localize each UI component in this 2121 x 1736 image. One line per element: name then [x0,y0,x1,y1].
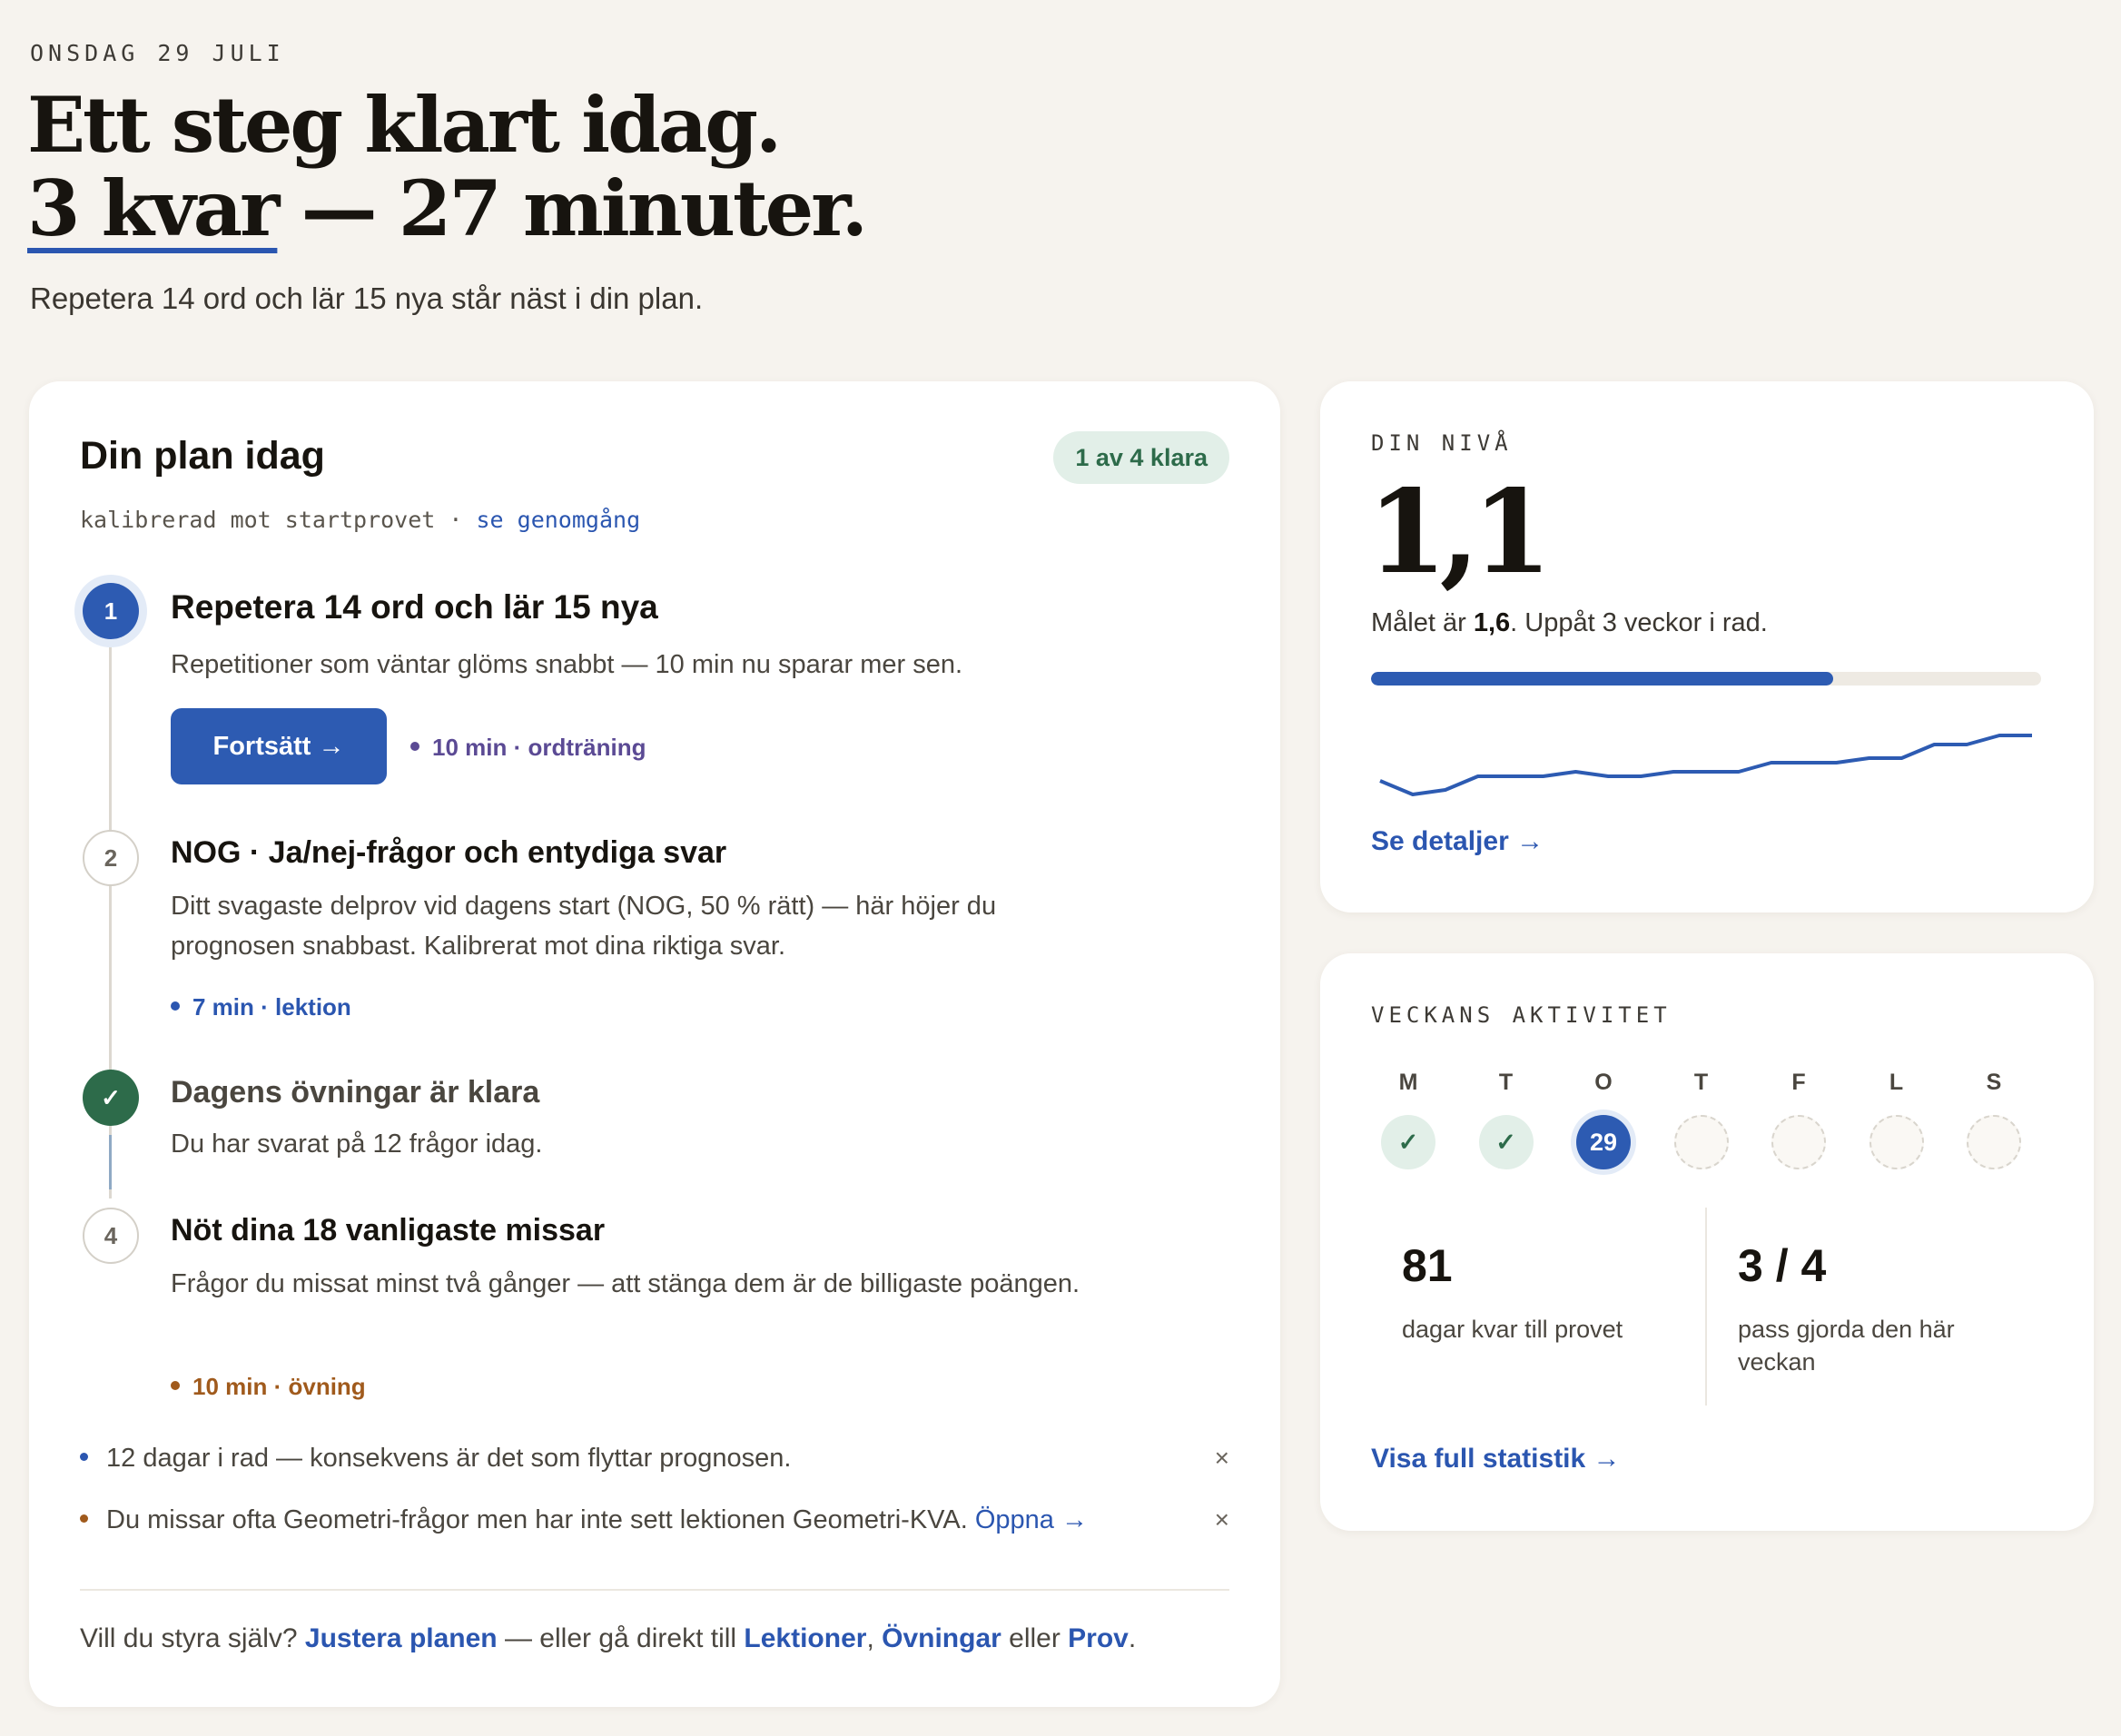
meta-text: 10 min · ordträning [432,734,646,761]
remaining-time: — 27 minuter. [277,163,868,253]
meta-dot [171,1381,180,1391]
progress-badge: 1 av 4 klara [1053,431,1229,484]
tests-link[interactable]: Prov [1068,1623,1129,1653]
footer-text: Vill du styra själv? [80,1623,305,1653]
step-number-1: 1 [83,583,139,639]
week-eyebrow: VECKANS AKTIVITET [1371,1002,1672,1028]
step-meta-2: 7 min · lektion [171,993,351,1021]
goal-value: 1,6 [1473,608,1511,637]
level-eyebrow: DIN NIVÅ [1371,430,1513,456]
days-left-label: dagar kvar till provet [1402,1316,1623,1343]
continue-button[interactable]: Fortsätt → [171,708,387,784]
date-label: ONSDAG 29 JULI [30,40,285,66]
level-progress-bar [1371,672,2041,686]
note-text: Du missar ofta Geometri-frågor men har i… [106,1505,975,1534]
see-details-link[interactable]: Se detaljer → [1371,826,1544,857]
lessons-link[interactable]: Lektioner [744,1623,866,1653]
day-4: F [1771,1070,1827,1169]
day-5: L [1869,1070,1925,1169]
day-label: L [1889,1070,1904,1095]
meta-text: 10 min · övning [192,1373,366,1400]
sessions-value: 3 / 4 [1738,1240,1827,1291]
day-1: T ✓ [1478,1070,1534,1169]
walkthrough-link[interactable]: se genomgång [477,507,641,533]
page-headline: Ett steg klart idag. 3 kvar — 27 minuter… [27,80,868,251]
level-goal: Målet är 1,6. Uppåt 3 veckor i rad. [1371,608,1768,638]
step-desc-2: Ditt svagaste delprov vid dagens start (… [171,892,997,961]
day-3: T [1673,1070,1730,1169]
full-stats-link[interactable]: Visa full statistik → [1371,1444,1621,1475]
footer-text: . [1128,1623,1137,1653]
timeline-line-done [109,1135,112,1189]
divider [80,1589,1229,1591]
day-6: S [1966,1070,2022,1169]
today-marker: 29 [1576,1115,1631,1169]
check-icon: ✓ [101,1084,121,1111]
level-sparkline [1379,734,2032,796]
empty-day-marker [1869,1115,1924,1169]
meta-text: 7 min · lektion [192,993,351,1021]
step-desc-4: Frågor du missat minst två gånger — att … [171,1269,1080,1298]
footer-text: , [866,1623,883,1653]
close-icon[interactable]: × [1215,1444,1229,1473]
empty-day-marker [1771,1115,1826,1169]
day-label: T [1693,1070,1709,1095]
note-dot [80,1514,88,1523]
goal-text: Målet är [1371,608,1474,637]
sparkline-path [1379,734,2032,796]
plan-card: Din plan idag 1 av 4 klara kalibrerad mo… [29,381,1280,1707]
level-card: DIN NIVÅ 1,1 Målet är 1,6. Uppåt 3 vecko… [1320,381,2094,912]
day-label: O [1594,1070,1613,1095]
plan-footer: Vill du styra själv? Justera planen — el… [80,1623,1136,1654]
day-label: F [1791,1070,1806,1095]
adjust-plan-link[interactable]: Justera planen [305,1623,498,1653]
meta-dot [410,742,419,752]
note-streak: 12 dagar i rad — konsekvens är det som f… [80,1444,1224,1474]
exercises-link[interactable]: Övningar [882,1623,1001,1653]
empty-day-marker [1967,1115,2021,1169]
meta-dot [171,1001,180,1011]
week-activity-card: VECKANS AKTIVITET M ✓ T ✓ O 29 T F L S 81 dagar k… [1320,953,2094,1531]
step-number-4: 4 [83,1208,139,1264]
step-title-2: NOG · Ja/nej-frågor och entydiga svar [171,835,727,870]
step-number-2: 2 [83,830,139,886]
check-icon: ✓ [1381,1115,1435,1169]
stats-divider [1705,1208,1707,1406]
day-label: M [1398,1070,1418,1095]
check-icon: ✓ [1478,1115,1534,1169]
headline-line2: 3 kvar — 27 minuter. [27,167,868,251]
day-label: T [1498,1070,1514,1095]
note-text: 12 dagar i rad — konsekvens är det som f… [106,1444,792,1473]
close-icon[interactable]: × [1215,1505,1229,1534]
level-value: 1,1 [1367,465,1552,599]
headline-line1: Ett steg klart idag. [27,80,782,170]
days-left-value: 81 [1402,1240,1453,1291]
sessions-label: pass gjorda den här veckan [1738,1316,1955,1376]
step-desc-1: Repetitioner som väntar glöms snabbt — 1… [171,650,963,679]
level-progress-fill [1371,672,1834,686]
step-title-4: Nöt dina 18 vanligaste missar [171,1213,606,1248]
goal-text: . Uppåt 3 veckor i rad. [1510,608,1768,637]
open-lesson-link[interactable]: Öppna → [975,1505,1088,1534]
step-meta-4: 10 min · övning [171,1373,366,1401]
step-meta-1: 10 min · ordträning [410,734,646,762]
plan-subtitle: kalibrerad mot startprovet · se genomgån… [80,507,640,533]
step-title-1: Repetera 14 ord och lär 15 nya [171,588,658,626]
subtitle-text: kalibrerad mot startprovet · [80,507,477,533]
step-desc-3: Du har svarat på 12 frågor idag. [171,1129,543,1159]
footer-text: eller [1001,1623,1069,1653]
note-dot [80,1452,88,1461]
step-number-3: ✓ [83,1070,139,1126]
step-title-3: Dagens övningar är klara [171,1075,540,1110]
day-2: O 29 [1575,1070,1632,1169]
plan-title: Din plan idag [80,434,325,478]
note-geometry: Du missar ofta Geometri-frågor men har i… [80,1505,1224,1535]
remaining-count: 3 kvar [27,163,280,253]
lead-text: Repetera 14 ord och lär 15 nya står näst… [30,281,704,315]
day-label: S [1986,1070,2002,1095]
day-0: M ✓ [1380,1070,1436,1169]
footer-text: — eller gå direkt till [497,1623,745,1653]
empty-day-marker [1673,1115,1729,1169]
